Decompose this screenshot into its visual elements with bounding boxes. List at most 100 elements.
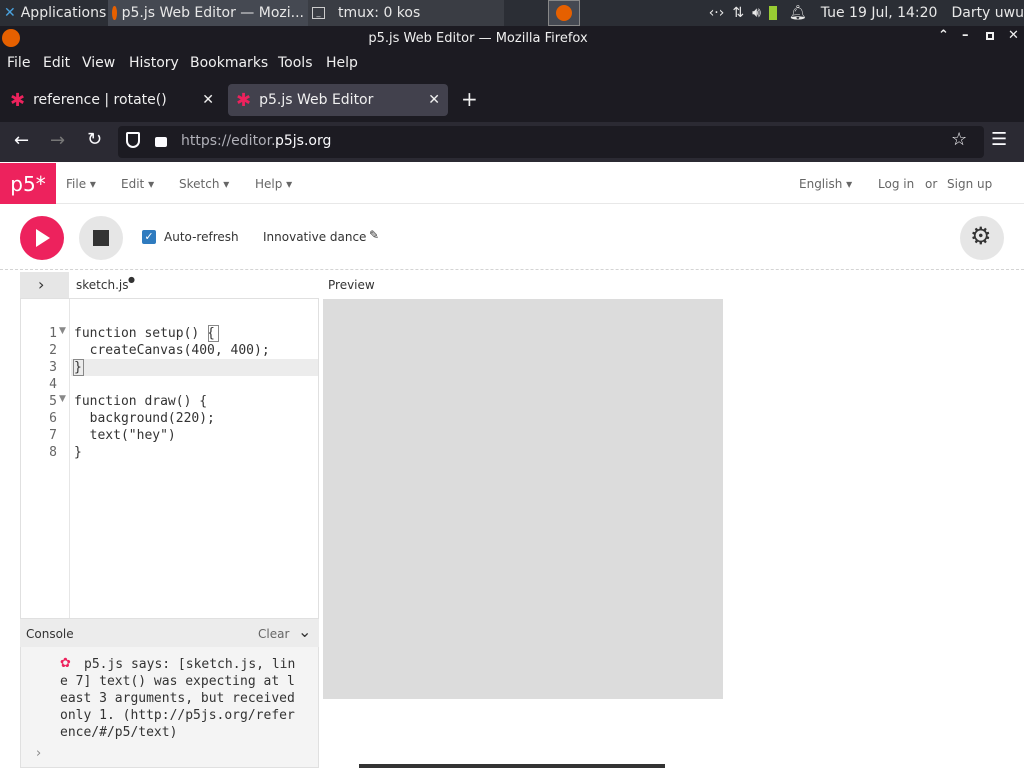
restore-icon[interactable] [986, 32, 994, 40]
line-number: 4 [49, 377, 57, 392]
code-line[interactable]: function draw() { [74, 394, 207, 409]
bell-icon[interactable]: 🔔︎ [789, 5, 807, 21]
p5-logo[interactable]: p5* [0, 163, 56, 204]
code-line[interactable]: text("hey") [74, 428, 176, 443]
minimize-icon[interactable]: – [962, 28, 969, 43]
preview-canvas[interactable] [323, 299, 723, 699]
menu-hamburger-icon[interactable]: ☰ [991, 129, 1007, 150]
bookmark-star-icon[interactable]: ☆ [951, 129, 967, 150]
sketch-name[interactable]: Innovative dance [263, 230, 366, 244]
menu-bookmarks[interactable]: Bookmarks [190, 55, 268, 71]
menu-edit[interactable]: Edit [43, 55, 70, 71]
code-line[interactable]: function setup() { [74, 326, 215, 341]
line-number: 7 [49, 428, 57, 443]
stop-button[interactable] [79, 216, 123, 260]
console-prompt[interactable]: › [36, 746, 41, 761]
task-label: tmux: 0 kos [338, 5, 421, 21]
sidebar-toggle-button[interactable]: › [20, 272, 69, 298]
line-number: 2 [49, 343, 57, 358]
bracket-match-marker [73, 359, 84, 376]
transfer-icon[interactable]: ⇅ [732, 5, 744, 21]
applications-label: Applications [20, 5, 107, 21]
unsaved-dot-icon: ● [128, 275, 135, 284]
p5-menu-label: Edit [121, 177, 145, 191]
battery-icon[interactable] [768, 6, 777, 20]
settings-button[interactable]: ⚙ [960, 216, 1004, 260]
file-tab-sketch[interactable]: sketch.js [76, 278, 128, 292]
terminal-icon: _ [312, 7, 325, 19]
close-icon[interactable]: ✕ [1008, 28, 1019, 43]
line-number: 8 [49, 445, 57, 460]
menu-view[interactable]: View [82, 55, 115, 71]
forward-icon[interactable]: → [50, 130, 65, 151]
user-name[interactable]: Darty uwu [951, 5, 1024, 21]
code-line[interactable]: } [74, 445, 82, 460]
editor-tabs-row: › sketch.js ● [20, 272, 320, 298]
tab-p5-editor[interactable]: ✱ p5.js Web Editor ✕ [228, 84, 448, 116]
applications-menu[interactable]: ✕ Applications [0, 0, 108, 26]
menu-file[interactable]: File [7, 55, 30, 71]
p5-menu-help[interactable]: Help ▾ [255, 177, 292, 191]
play-button[interactable] [20, 216, 64, 260]
fold-arrow-icon[interactable]: ▼ [59, 326, 66, 336]
maximize-arrow-icon[interactable]: ⌃ [938, 28, 949, 43]
p5-menu-file[interactable]: File ▾ [66, 177, 96, 191]
menu-history[interactable]: History [129, 55, 179, 71]
taskbar-task-firefox[interactable]: p5.js Web Editor — Mozi... [108, 0, 308, 26]
shield-icon[interactable] [126, 132, 140, 148]
close-tab-icon[interactable]: ✕ [428, 92, 440, 108]
url-bar[interactable]: https://editor. p5js.org ☆ [118, 126, 984, 158]
chevron-down-icon[interactable]: ⌄ [298, 622, 311, 641]
signup-link[interactable]: Sign up [947, 177, 992, 191]
volume-icon[interactable]: 🔊︎ [752, 5, 761, 21]
p5-asterisk-icon: ✱ [236, 89, 252, 111]
p5-menu-sketch[interactable]: Sketch ▾ [179, 177, 229, 191]
p5-nav: p5* File ▾ Edit ▾ Sketch ▾ Help ▾ Englis… [0, 163, 1024, 204]
pencil-icon[interactable]: ✎ [369, 228, 379, 242]
xfce-icon: ✕ [4, 5, 16, 21]
code-line[interactable]: background(220); [74, 411, 215, 426]
language-label: English [799, 177, 843, 191]
url-prefix: https://editor. [181, 133, 276, 149]
gear-icon: ⚙ [970, 222, 992, 250]
tab-label: reference | rotate() [33, 92, 167, 108]
lock-icon[interactable] [155, 137, 167, 147]
preview-label: Preview [328, 278, 375, 292]
reload-icon[interactable]: ↻ [87, 129, 102, 150]
language-select[interactable]: English ▾ [799, 177, 852, 191]
active-line-highlight [71, 359, 318, 376]
workspace-firefox-icon[interactable] [548, 0, 580, 26]
system-taskbar: ✕ Applications p5.js Web Editor — Mozi..… [0, 0, 1024, 26]
task-label: p5.js Web Editor — Mozi... [121, 5, 304, 21]
clock[interactable]: Tue 19 Jul, 14:20 [821, 5, 938, 21]
tab-reference[interactable]: ✱ reference | rotate() ✕ [2, 84, 222, 116]
bottom-scrollbar[interactable] [359, 764, 665, 768]
menu-help[interactable]: Help [326, 55, 358, 71]
url-domain: p5js.org [275, 133, 332, 149]
firefox-icon [112, 6, 117, 20]
console-title: Console [26, 627, 74, 641]
fold-arrow-icon[interactable]: ▼ [59, 394, 66, 404]
new-tab-icon[interactable]: + [461, 87, 478, 111]
p5-menu-label: Sketch [179, 177, 220, 191]
firefox-icon [556, 5, 572, 21]
console-message-text: p5.js says: [sketch.js, line 7] text() w… [60, 657, 303, 740]
stop-icon [93, 230, 109, 246]
close-tab-icon[interactable]: ✕ [202, 92, 214, 108]
taskbar-task-terminal[interactable]: _ tmux: 0 kos [308, 0, 504, 26]
p5-asterisk-icon: ✱ [10, 89, 26, 111]
or-text: or [925, 177, 938, 191]
login-link[interactable]: Log in [878, 177, 914, 191]
p5-menu-label: File [66, 177, 87, 191]
network-icon[interactable]: ‹·› [709, 5, 725, 21]
line-number: 5 [49, 394, 57, 409]
code-line[interactable]: createCanvas(400, 400); [74, 343, 270, 358]
console-clear-button[interactable]: Clear [258, 627, 289, 641]
play-icon [36, 229, 50, 247]
line-number: 1 [49, 326, 57, 341]
firefox-tabbar: ✱ reference | rotate() ✕ ✱ p5.js Web Edi… [0, 78, 1024, 122]
back-icon[interactable]: ← [14, 130, 29, 151]
menu-tools[interactable]: Tools [278, 55, 313, 71]
p5-menu-edit[interactable]: Edit ▾ [121, 177, 154, 191]
auto-refresh-checkbox[interactable]: ✓ [142, 230, 156, 244]
